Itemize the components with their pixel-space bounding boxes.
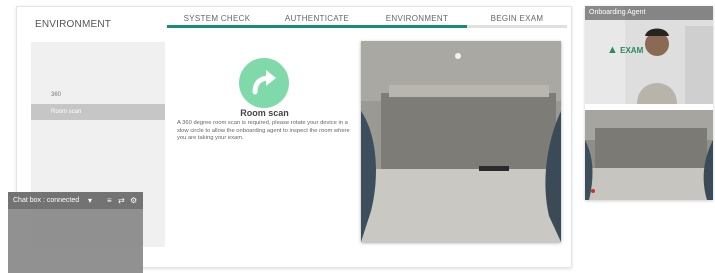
recording-dot-icon — [591, 189, 595, 193]
room-scan-heading: Room scan — [240, 108, 289, 118]
agent-panel-title: Onboarding Agent — [585, 6, 713, 20]
step-authenticate: AUTHENTICATE — [284, 14, 350, 23]
progress-steps: SYSTEM CHECK AUTHENTICATE ENVIRONMENT BE… — [167, 7, 569, 29]
room-scan-description: A 360 degree room scan is required, plea… — [177, 120, 350, 142]
progress-bar-completed — [167, 25, 467, 28]
exam-logo-mark-icon: ▲ — [607, 44, 618, 56]
rotate-arrow-icon — [239, 58, 289, 108]
onboarding-agent-panel: Onboarding Agent ▲ EXAM — [585, 6, 713, 200]
webcam-preview — [361, 41, 561, 242]
sidebar-item-360[interactable]: 360 — [31, 87, 165, 103]
self-video-thumbnail — [585, 110, 713, 200]
exam-logo: ▲ EXAM — [607, 44, 643, 56]
sidebar-item-room-scan[interactable]: Room scan — [31, 104, 165, 120]
page-title: ENVIRONMENT — [35, 19, 112, 30]
list-icon[interactable]: ≡ — [107, 192, 112, 209]
progress-bar-remaining — [467, 25, 567, 28]
step-environment: ENVIRONMENT — [385, 14, 449, 23]
swap-icon[interactable]: ⇄ — [118, 192, 125, 209]
agent-video — [585, 6, 713, 104]
exam-logo-text: EXAM — [620, 46, 644, 55]
step-begin-exam: BEGIN EXAM — [490, 14, 544, 23]
chat-header[interactable]: Chat box : connected ▾ ≡ ⇄ ⚙ — [8, 192, 143, 209]
settings-gear-icon[interactable]: ⚙ — [130, 192, 137, 209]
step-system-check: SYSTEM CHECK — [183, 14, 251, 23]
chat-status: Chat box : connected — [13, 197, 80, 204]
chat-box[interactable]: Chat box : connected ▾ ≡ ⇄ ⚙ — [8, 192, 143, 273]
chevron-down-icon[interactable]: ▾ — [88, 192, 92, 209]
